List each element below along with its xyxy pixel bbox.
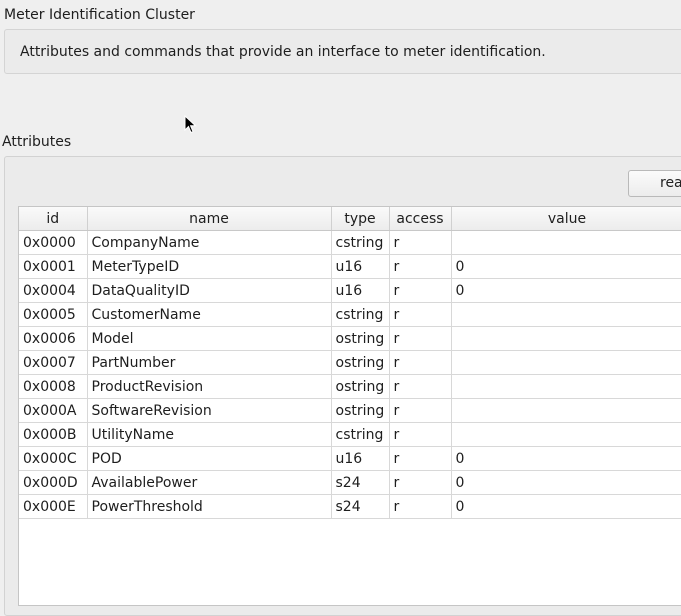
name-cell: POD bbox=[87, 446, 332, 471]
access-cell: r bbox=[389, 350, 452, 375]
id-cell: 0x000D bbox=[19, 470, 88, 495]
name-cell: MeterTypeID bbox=[87, 254, 332, 279]
name-cell: DataQualityID bbox=[87, 278, 332, 303]
name-cell: PartNumber bbox=[87, 350, 332, 375]
table-row[interactable]: 0x0007 PartNumber ostring r bbox=[19, 350, 681, 375]
type-cell: u16 bbox=[331, 446, 390, 471]
name-cell: Model bbox=[87, 326, 332, 351]
cluster-description: Attributes and commands that provide an … bbox=[20, 44, 546, 60]
read-button[interactable]: read bbox=[628, 170, 681, 197]
access-cell: r bbox=[389, 422, 452, 447]
table-row[interactable]: 0x000A SoftwareRevision ostring r bbox=[19, 398, 681, 423]
column-header-type[interactable]: type bbox=[331, 207, 390, 231]
table-row[interactable]: 0x000E PowerThreshold s24 r 0 bbox=[19, 494, 681, 519]
access-cell: r bbox=[389, 278, 452, 303]
id-cell: 0x000E bbox=[19, 494, 88, 519]
table-row[interactable]: 0x0005 CustomerName cstring r bbox=[19, 302, 681, 327]
name-cell: SoftwareRevision bbox=[87, 398, 332, 423]
cluster-description-box: Attributes and commands that provide an … bbox=[4, 29, 681, 74]
id-cell: 0x000C bbox=[19, 446, 88, 471]
value-cell[interactable]: 0 bbox=[451, 470, 681, 495]
value-cell[interactable]: 0 bbox=[451, 494, 681, 519]
value-cell[interactable] bbox=[451, 302, 681, 327]
access-cell: r bbox=[389, 254, 452, 279]
access-cell: r bbox=[389, 302, 452, 327]
type-cell: ostring bbox=[331, 326, 390, 351]
access-cell: r bbox=[389, 230, 452, 255]
access-cell: r bbox=[389, 446, 452, 471]
access-cell: r bbox=[389, 494, 452, 519]
type-cell: ostring bbox=[331, 374, 390, 399]
type-cell: cstring bbox=[331, 422, 390, 447]
value-cell[interactable] bbox=[451, 422, 681, 447]
value-cell[interactable] bbox=[451, 230, 681, 255]
column-header-name[interactable]: name bbox=[87, 207, 332, 231]
table-row[interactable]: 0x000B UtilityName cstring r bbox=[19, 422, 681, 447]
access-cell: r bbox=[389, 326, 452, 351]
type-cell: cstring bbox=[331, 302, 390, 327]
value-cell[interactable] bbox=[451, 326, 681, 351]
id-cell: 0x0001 bbox=[19, 254, 88, 279]
type-cell: ostring bbox=[331, 398, 390, 423]
mouse-pointer-icon bbox=[184, 115, 197, 134]
type-cell: ostring bbox=[331, 350, 390, 375]
type-cell: s24 bbox=[331, 494, 390, 519]
id-cell: 0x000B bbox=[19, 422, 88, 447]
attributes-label: Attributes bbox=[2, 134, 72, 150]
table-row[interactable]: 0x000D AvailablePower s24 r 0 bbox=[19, 470, 681, 495]
id-cell: 0x0006 bbox=[19, 326, 88, 351]
access-cell: r bbox=[389, 374, 452, 399]
column-header-value[interactable]: value bbox=[451, 207, 681, 231]
name-cell: AvailablePower bbox=[87, 470, 332, 495]
table-row[interactable]: 0x0001 MeterTypeID u16 r 0 bbox=[19, 254, 681, 279]
value-cell[interactable] bbox=[451, 398, 681, 423]
column-header-id[interactable]: id bbox=[19, 207, 88, 231]
table-row[interactable]: 0x0000 CompanyName cstring r bbox=[19, 230, 681, 255]
attributes-table[interactable]: id name type access value 0x0000 CompanyN… bbox=[18, 206, 681, 606]
id-cell: 0x000A bbox=[19, 398, 88, 423]
access-cell: r bbox=[389, 470, 452, 495]
access-cell: r bbox=[389, 398, 452, 423]
id-cell: 0x0004 bbox=[19, 278, 88, 303]
value-cell[interactable]: 0 bbox=[451, 254, 681, 279]
table-row[interactable]: 0x0004 DataQualityID u16 r 0 bbox=[19, 278, 681, 303]
name-cell: PowerThreshold bbox=[87, 494, 332, 519]
name-cell: CompanyName bbox=[87, 230, 332, 255]
value-cell[interactable]: 0 bbox=[451, 278, 681, 303]
type-cell: s24 bbox=[331, 470, 390, 495]
name-cell: CustomerName bbox=[87, 302, 332, 327]
name-cell: UtilityName bbox=[87, 422, 332, 447]
table-row[interactable]: 0x0006 Model ostring r bbox=[19, 326, 681, 351]
table-header-row: id name type access value bbox=[19, 207, 681, 231]
cluster-title: Meter Identification Cluster bbox=[4, 7, 195, 23]
id-cell: 0x0007 bbox=[19, 350, 88, 375]
id-cell: 0x0008 bbox=[19, 374, 88, 399]
value-cell[interactable] bbox=[451, 374, 681, 399]
type-cell: u16 bbox=[331, 278, 390, 303]
table-row[interactable]: 0x0008 ProductRevision ostring r bbox=[19, 374, 681, 399]
type-cell: u16 bbox=[331, 254, 390, 279]
value-cell[interactable] bbox=[451, 350, 681, 375]
id-cell: 0x0000 bbox=[19, 230, 88, 255]
name-cell: ProductRevision bbox=[87, 374, 332, 399]
table-row[interactable]: 0x000C POD u16 r 0 bbox=[19, 446, 681, 471]
type-cell: cstring bbox=[331, 230, 390, 255]
column-header-access[interactable]: access bbox=[389, 207, 452, 231]
id-cell: 0x0005 bbox=[19, 302, 88, 327]
value-cell[interactable]: 0 bbox=[451, 446, 681, 471]
